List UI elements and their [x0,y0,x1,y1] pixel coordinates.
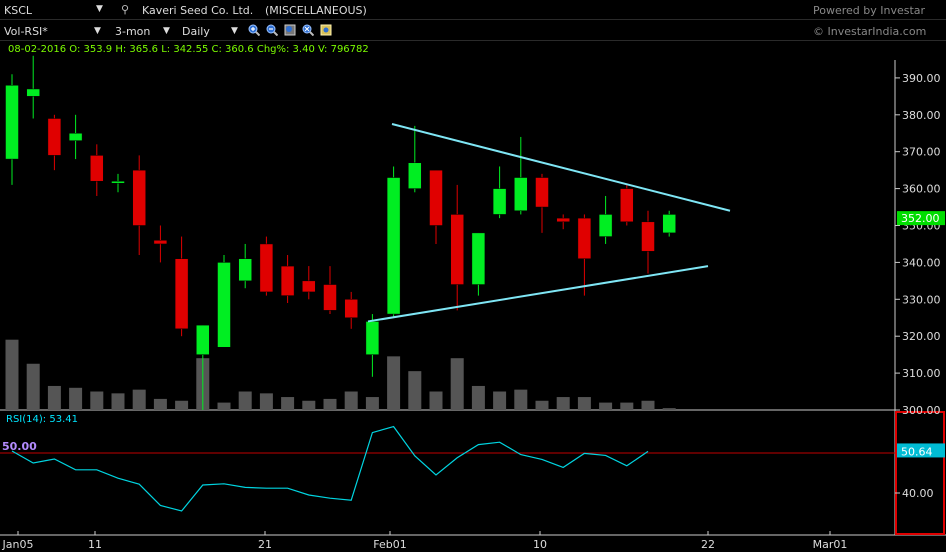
volume-bar [535,400,549,410]
time-tick-label: Feb01 [373,538,406,551]
rsi-current-label: 50.64 [901,445,933,458]
volume-bar [387,356,401,410]
candle-body [577,217,592,259]
candle-body [302,280,316,293]
candle-body [217,262,231,348]
volume-bar [641,400,655,410]
last-price-label: 352.00 [901,212,940,225]
time-tick-label: 11 [88,538,102,551]
volume-bar [577,397,591,410]
volume-bar [365,397,379,410]
volume-bar [620,402,634,410]
candle-body [556,217,570,223]
candle-body [408,162,422,189]
rsi-value: 53.41 [49,414,78,425]
volume-bar [90,391,104,410]
candle-body [662,214,676,234]
price-tick-label: 300.00 [902,404,941,417]
candle-body [238,258,252,282]
volume-bar [662,408,676,410]
volume-bar [5,339,19,410]
volume-bar [259,393,273,410]
time-tick-label: 10 [533,538,547,551]
volume-bar [281,397,295,410]
volume-bar [217,402,231,410]
price-tick-label: 330.00 [902,293,941,306]
candle-body [344,299,358,318]
volume-bar [344,391,358,410]
rsi-level-label: 50.00 [2,440,37,453]
time-tick-label: 21 [258,538,272,551]
candle-body [47,118,62,156]
candle-body [280,265,295,296]
price-chart[interactable]: 50.00 40.00 50.64 390.00 380.00 370.00 360.00… [0,0,946,552]
candle-body [132,169,146,226]
rsi-label-text: RSI(14): [6,414,47,425]
candle-body [153,240,168,245]
volume-bar [26,363,40,410]
candle-body [429,169,443,226]
time-tick-label: Mar01 [813,538,848,551]
price-tick-label: 380.00 [902,109,941,122]
volume-bar [175,400,189,410]
volume-bar [69,387,83,410]
candle-body [386,177,401,315]
candle-body [641,221,655,252]
candle-body [471,232,486,285]
volume-bar [132,389,146,410]
price-tick-label: 390.00 [902,72,941,85]
rsi-label: RSI(14): 53.41 [6,414,78,425]
time-tick-label: 22 [701,538,715,551]
volume-bar [153,398,167,410]
candle-body [26,88,40,97]
rsi-axis-frame [895,411,945,535]
candle-body [196,324,210,355]
volume-bar [47,385,61,410]
candle-body [514,177,528,211]
volume-bar [238,391,252,410]
volume-bar [302,400,316,410]
candle-body [259,243,274,293]
candle-body [535,177,549,208]
candle-body [90,155,104,182]
volume-bar [599,402,613,410]
candle-body [450,214,464,285]
volume-bar [111,393,125,410]
candle-body [323,284,337,311]
volume-bar [323,398,337,410]
price-tick-label: 320.00 [902,330,941,343]
price-tick-label: 370.00 [902,146,941,159]
candle-body [492,188,507,215]
volume-bar [450,358,464,410]
volume-bar [493,391,507,410]
price-tick-label: 340.00 [902,256,941,269]
lower-trendline [367,265,709,323]
candle-body [620,188,634,223]
rsi-line [11,425,649,512]
rsi-tick-label: 40.00 [902,487,934,500]
time-tick-label: Jan05 [2,538,34,551]
volume-bar [471,385,485,410]
candle-body [5,85,19,160]
volume-bar [429,391,443,410]
candle-body [174,258,189,330]
candle-body [365,321,380,355]
volume-bar [556,397,570,410]
price-tick-label: 360.00 [902,183,941,196]
candle-body [68,133,83,141]
candle-body [111,180,125,184]
volume-bar [408,371,422,410]
candle-body [598,214,613,237]
volume-bar [514,389,528,410]
price-tick-label: 310.00 [902,367,941,380]
